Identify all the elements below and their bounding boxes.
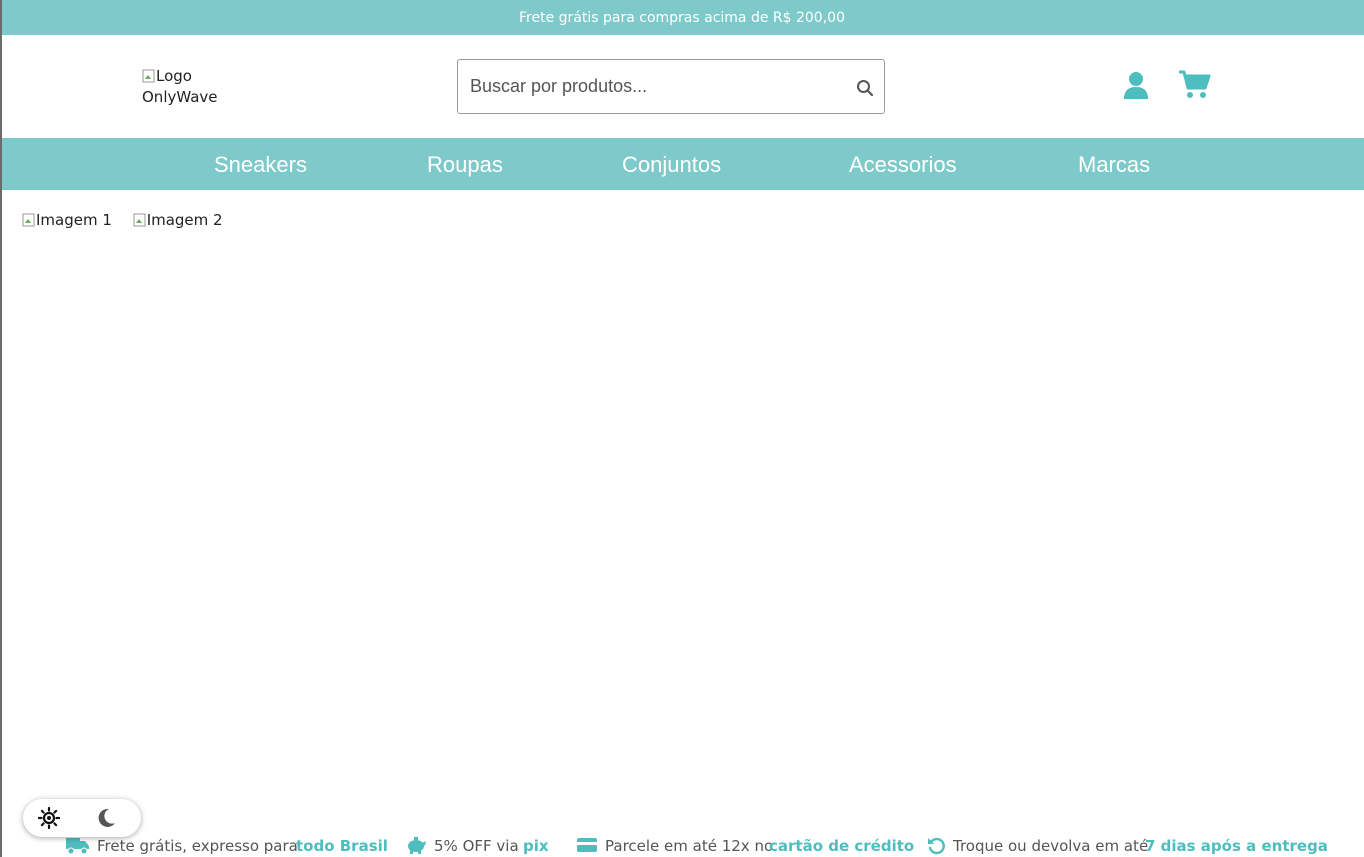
banner-image-1-alt: Imagem 1 [36,211,112,229]
site-header: Logo OnlyWave [0,35,1364,138]
broken-image-icon [142,69,155,83]
cart-icon[interactable] [1178,69,1211,99]
credit-card-icon [577,838,597,852]
benefit-installments-highlight: cartão de crédito [769,837,915,855]
banner-image-1[interactable]: Imagem 1 [22,211,125,229]
nav-item-acessorios[interactable]: Acessorios [849,138,957,190]
logo-alt-text-brand: OnlyWave [142,88,218,106]
benefit-shipping-highlight: todo Brasil [296,837,388,855]
banner-image-2-alt: Imagem 2 [146,211,223,229]
logo-alt-text: Logo [156,67,192,85]
sun-icon[interactable] [38,807,60,829]
benefits-bar: Frete grátis, expresso para todo Brasil … [0,832,1364,857]
broken-image-icon [133,213,146,227]
nav-item-conjuntos[interactable]: Conjuntos [622,138,721,190]
banner-image-2[interactable]: Imagem 2 [133,211,231,229]
user-icon[interactable] [1123,71,1149,99]
benefit-returns-text: Troque ou devolva em até [953,837,1149,855]
nav-item-sneakers[interactable]: Sneakers [214,138,307,190]
nav-item-marcas[interactable]: Marcas [1078,138,1150,190]
truck-icon [66,838,89,855]
site-logo[interactable]: Logo OnlyWave [142,66,232,108]
benefit-installments-text: Parcele em até 12x no [605,837,774,855]
nav-item-roupas[interactable]: Roupas [427,138,503,190]
search-icon[interactable] [856,79,874,97]
banner-images: Imagem 1 Imagem 2 [22,211,239,229]
benefit-returns-highlight: 7 dias após a entrega [1145,837,1328,855]
moon-icon[interactable] [95,807,117,829]
category-nav: Sneakers Roupas Conjuntos Acessorios Mar… [0,138,1364,190]
benefit-pix-highlight: pix [523,837,549,855]
theme-toggle[interactable] [23,799,141,837]
piggy-bank-icon [408,837,426,854]
broken-image-icon [22,213,35,227]
benefit-pix-text: 5% OFF via [434,837,519,855]
window-edge [0,0,2,857]
promo-banner-text: Frete grátis para compras acima de R$ 20… [519,10,845,26]
search-input[interactable] [470,60,840,113]
search-box [457,59,885,114]
return-icon [928,837,945,855]
promo-banner: Frete grátis para compras acima de R$ 20… [0,0,1364,35]
